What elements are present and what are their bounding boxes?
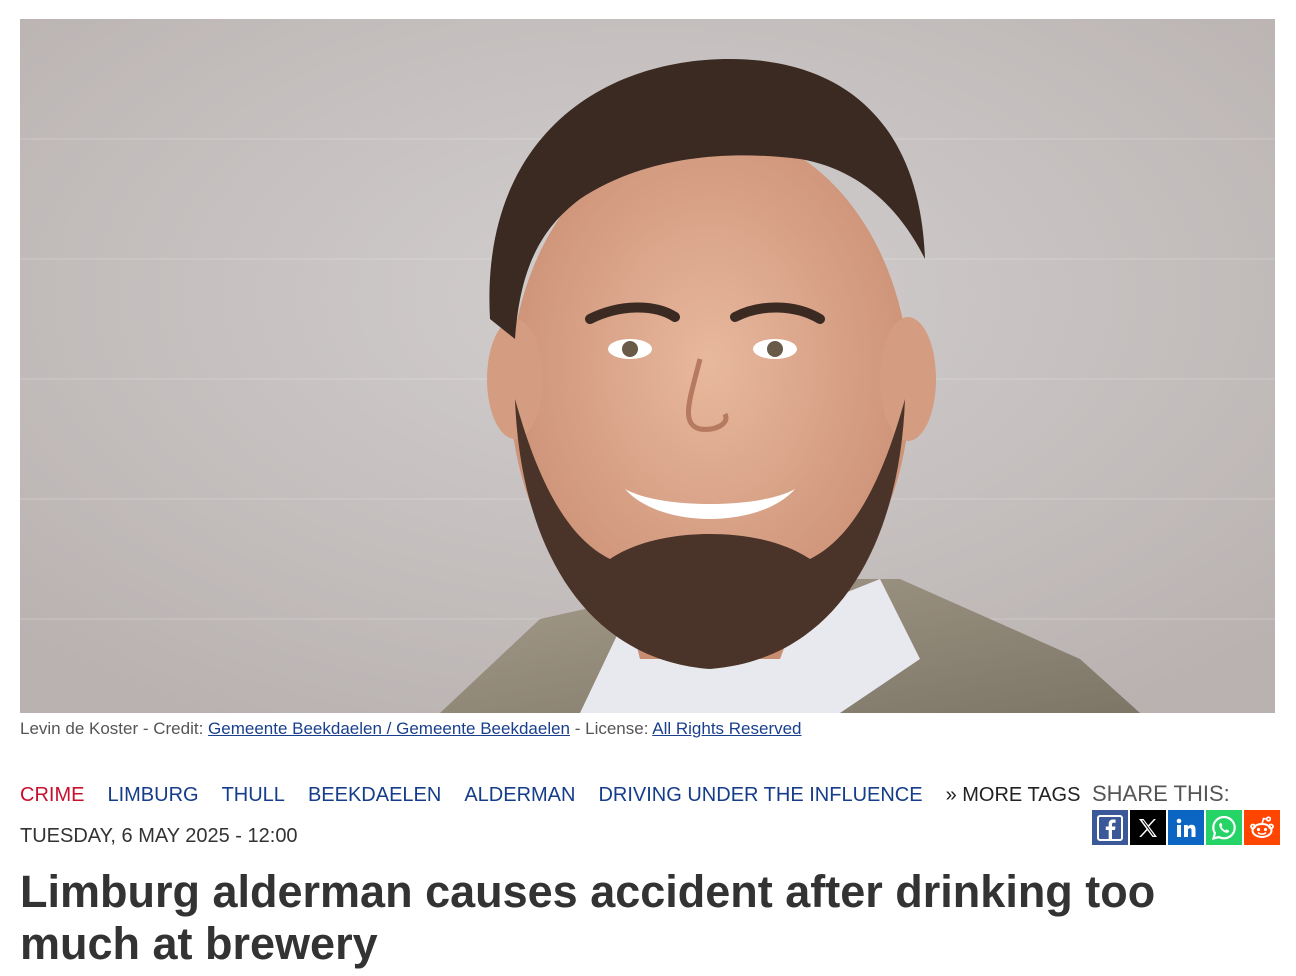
reddit-icon <box>1250 815 1274 838</box>
tag-limburg[interactable]: LIMBURG <box>107 784 198 807</box>
article-headline: Limburg alderman causes accident after d… <box>20 866 1156 969</box>
portrait-photo <box>20 19 1275 713</box>
tag-thull[interactable]: THULL <box>222 784 285 807</box>
credit-link[interactable]: Gemeente Beekdaelen / Gemeente Beekdaele… <box>208 719 570 738</box>
facebook-share-button[interactable] <box>1092 810 1128 845</box>
reddit-share-button[interactable] <box>1244 810 1280 845</box>
article-date: TUESDAY, 6 MAY 2025 - 12:00 <box>20 825 298 847</box>
image-caption: Levin de Koster - Credit: Gemeente Beekd… <box>20 719 802 739</box>
tag-list: CRIME LIMBURG THULL BEEKDAELEN ALDERMAN … <box>20 784 1080 807</box>
x-share-button[interactable] <box>1130 810 1166 845</box>
whatsapp-icon <box>1211 815 1236 840</box>
more-tags-link[interactable]: » MORE TAGS <box>946 784 1081 807</box>
x-icon <box>1139 818 1157 837</box>
share-buttons <box>1092 810 1280 845</box>
tag-alderman[interactable]: ALDERMAN <box>464 784 575 807</box>
linkedin-icon <box>1176 818 1196 837</box>
whatsapp-share-button[interactable] <box>1206 810 1242 845</box>
tag-driving-under-the-influence[interactable]: DRIVING UNDER THE INFLUENCE <box>598 784 922 807</box>
license-prefix: - License: <box>570 719 653 738</box>
share-label: SHARE THIS: <box>1092 781 1230 806</box>
hero-image <box>20 19 1275 713</box>
tag-crime[interactable]: CRIME <box>20 784 84 807</box>
caption-prefix: Levin de Koster - Credit: <box>20 719 209 738</box>
tag-beekdaelen[interactable]: BEEKDAELEN <box>308 784 441 807</box>
linkedin-share-button[interactable] <box>1168 810 1204 845</box>
license-link[interactable]: All Rights Reserved <box>652 719 801 738</box>
facebook-icon <box>1097 814 1123 841</box>
